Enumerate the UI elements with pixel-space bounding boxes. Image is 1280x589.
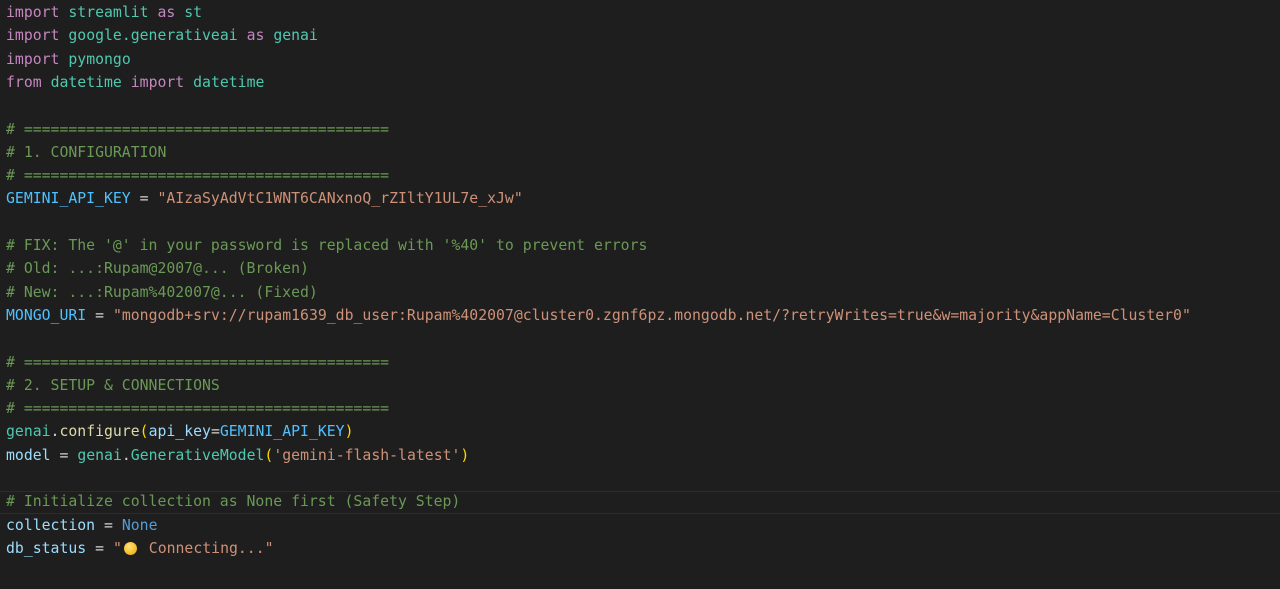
yellow-circle-icon [123,541,137,555]
module-name: datetime [50,73,122,91]
operator: = [139,190,149,208]
module-name: genai [6,423,51,441]
class-name: GenerativeModel [130,446,265,464]
operator: = [95,306,105,324]
keyword: import [6,50,60,68]
string-literal: Connecting..." [148,539,274,557]
operator: = [210,423,220,441]
code-line-8: # ======================================… [6,167,390,185]
keyword: as [157,4,176,21]
paren-close: ) [344,423,354,441]
param-name: api_key [148,423,211,441]
constant-name: MONGO_URI [6,306,87,324]
string-literal: 'gemini-flash-latest' [273,446,461,464]
keyword: import [6,4,60,21]
paren-open: ( [264,446,274,464]
operator: = [95,539,105,557]
dot: . [121,446,131,464]
module-name: pymongo [68,50,131,68]
module-name: streamlit [68,4,149,21]
code-editor[interactable]: import streamlit as st import google.gen… [0,0,1280,589]
paren-close: ) [460,446,470,464]
code-line-6: # ======================================… [6,120,390,138]
code-line-4: from datetime import datetime [6,71,264,94]
code-line-7: # 1. CONFIGURATION [6,143,167,161]
constant-name: GEMINI_API_KEY [6,190,131,208]
operator: = [104,516,113,534]
code-line-1: import streamlit as st [6,1,202,24]
keyword: as [246,27,265,45]
module-name: genai [77,446,122,464]
keyword: import [130,73,185,91]
string-literal: "mongodb+srv://rupam1639_db_user:Rupam%4… [112,306,1191,324]
alias-name: st [184,4,203,21]
string-literal: "AIzaSyAdVtC1WNT6CANxnoQ_rZIltY1UL7e_xJw… [157,190,523,208]
code-line-3: import pymongo [6,48,131,71]
code-line-17: # 2. SETUP & CONNECTIONS [6,376,220,394]
code-line-20: model = genai.GenerativeModel('gemini-fl… [6,444,469,467]
keyword: from [6,73,42,91]
code-line-22: # Initialize collection as None first (S… [6,493,461,511]
variable-name: db_status [6,539,87,557]
code-line-19: genai.configure(api_key=GEMINI_API_KEY) [6,420,354,443]
alias-name: genai [273,27,318,45]
paren-open: ( [139,423,149,441]
constant-name: GEMINI_API_KEY [219,423,345,441]
code-line-24: db_status = " Connecting..." [6,537,274,560]
code-line-23: collection = None [6,514,158,537]
code-line-13: # New: ...:Rupam%402007@... (Fixed) [6,283,318,301]
variable-name: collection [6,516,96,534]
code-line-18: # ======================================… [6,400,390,418]
none-literal: None [121,516,158,534]
variable-name: model [6,446,51,464]
code-line-11: # FIX: The '@' in your password is repla… [6,237,648,254]
operator: = [59,446,69,464]
function-name: configure [59,423,140,441]
code-line-14: MONGO_URI = "mongodb+srv://rupam1639_db_… [6,304,1191,327]
code-line-2: import google.generativeai as genai [6,24,318,47]
module-name: google.generativeai [68,27,238,45]
keyword: import [6,27,60,45]
class-name: datetime [193,73,265,91]
code-line-9: GEMINI_API_KEY = "AIzaSyAdVtC1WNT6CANxno… [6,187,523,210]
code-line-12: # Old: ...:Rupam@2007@... (Broken) [6,260,309,278]
string-quote: " [112,539,122,557]
code-line-16: # ======================================… [6,353,390,371]
